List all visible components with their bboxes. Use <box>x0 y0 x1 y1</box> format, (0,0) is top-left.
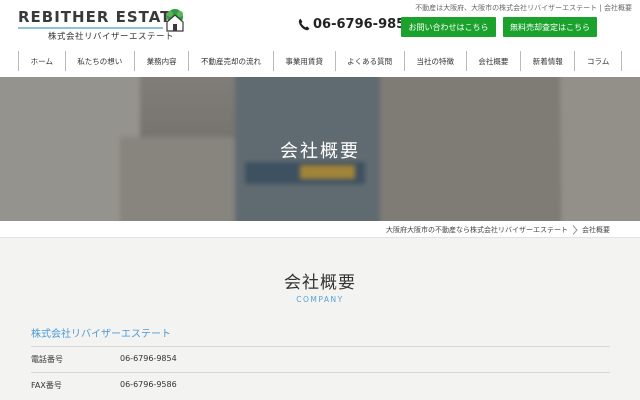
page-subtitle: COMPANY <box>296 295 344 304</box>
nav-item-philosophy[interactable]: 私たちの想い <box>66 51 135 71</box>
header-tagline: 不動産は大阪府、大阪市の株式会社リバイザーエステート | 会社概要 <box>415 4 632 12</box>
house-leaf-icon <box>166 9 184 32</box>
contact-button[interactable]: お問い合わせはこちら <box>401 17 496 37</box>
breadcrumb-current: 会社概要 <box>582 226 610 234</box>
nav-item-faq[interactable]: よくある質問 <box>336 51 405 71</box>
nav-item-commercial-rental[interactable]: 事業用賃貸 <box>274 51 336 71</box>
breadcrumb: 大阪府大阪市の不動産なら株式会社リバイザーエステート 会社概要 <box>0 221 640 238</box>
fax-value: 06-6796-9586 <box>120 380 177 389</box>
phone-icon <box>298 18 310 31</box>
phone-number: 06-6796-9854 <box>313 17 415 32</box>
site-header: 不動産は大阪府、大阪市の株式会社リバイザーエステート | 会社概要 REBITH… <box>0 0 640 77</box>
site-logo[interactable]: REBITHER ESTATE 株式会社リバイザーエステート <box>18 8 188 42</box>
fax-label: FAX番号 <box>31 381 62 390</box>
nav-item-column[interactable]: コラム <box>575 51 622 71</box>
chevron-right-icon <box>572 225 578 235</box>
global-nav: ホーム 私たちの想い 業務内容 不動産売却の流れ 事業用賃貸 よくある質問 当社… <box>18 51 622 71</box>
logo-text: REBITHER ESTATE <box>18 8 183 26</box>
nav-item-sale-flow[interactable]: 不動産売却の流れ <box>189 51 274 71</box>
phone-label: 電話番号 <box>31 355 63 364</box>
logo-underline <box>18 27 163 29</box>
phone-value: 06-6796-9854 <box>120 354 177 363</box>
page-title: 会社概要 <box>284 273 356 293</box>
hero-title: 会社概要 <box>280 141 360 162</box>
nav-item-features[interactable]: 当社の特徴 <box>405 51 467 71</box>
nav-item-home[interactable]: ホーム <box>19 51 66 71</box>
nav-item-services[interactable]: 業務内容 <box>135 51 190 71</box>
company-name: 株式会社リバイザーエステート <box>31 329 171 340</box>
divider <box>31 346 610 347</box>
hero-banner: 会社概要 <box>0 77 640 221</box>
divider <box>31 372 610 373</box>
nav-item-news[interactable]: 新着情報 <box>521 51 576 71</box>
header-phone[interactable]: 06-6796-9854 <box>298 17 414 32</box>
breadcrumb-home[interactable]: 大阪府大阪市の不動産なら株式会社リバイザーエステート <box>386 225 568 235</box>
appraisal-button[interactable]: 無料売却査定はこちら <box>503 17 597 37</box>
logo-subtext: 株式会社リバイザーエステート <box>48 32 175 42</box>
nav-item-company[interactable]: 会社概要 <box>467 51 522 71</box>
